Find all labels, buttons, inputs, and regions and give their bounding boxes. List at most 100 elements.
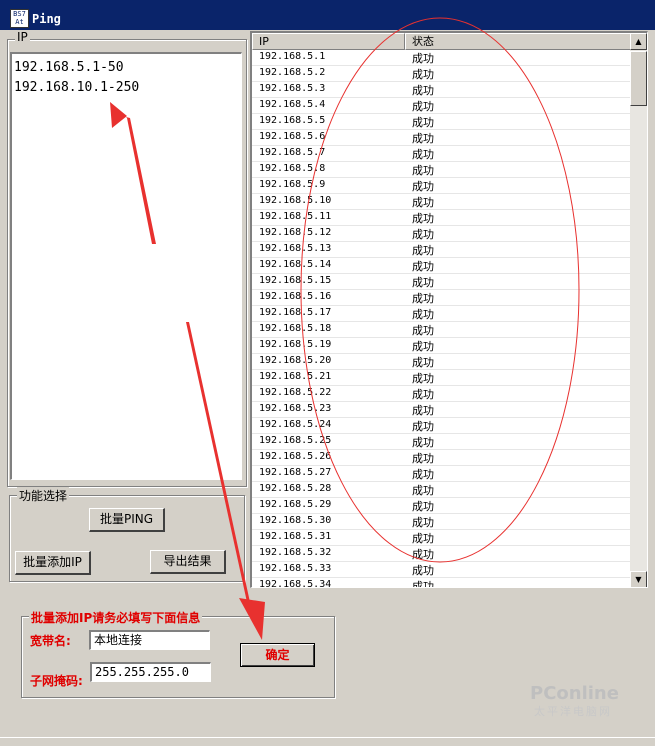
row-status-cell: 成功 (412, 356, 434, 369)
row-status-cell: 成功 (412, 420, 434, 433)
table-row[interactable]: 192.168.5.10 成功 (252, 194, 632, 210)
title-bar[interactable]: BS7 At Ping (0, 0, 655, 30)
column-header-status[interactable]: 状态 (405, 33, 632, 50)
row-ip-cell: 192.168.5.19 (259, 339, 332, 350)
row-ip-cell: 192.168.5.12 (259, 227, 332, 238)
vertical-scrollbar[interactable]: ▲ ▼ (630, 33, 647, 587)
row-ip-cell: 192.168.5.29 (259, 499, 332, 510)
row-status-cell: 成功 (412, 260, 434, 273)
row-status-cell: 成功 (412, 148, 434, 161)
row-status-cell: 成功 (412, 340, 434, 353)
table-row[interactable]: 192.168.5.34 成功 (252, 578, 632, 587)
row-ip-cell: 192.168.5.27 (259, 467, 332, 478)
row-status-cell: 成功 (412, 548, 434, 561)
row-status-cell: 成功 (412, 452, 434, 465)
row-ip-cell: 192.168.5.21 (259, 371, 332, 382)
row-ip-cell: 192.168.5.14 (259, 259, 332, 270)
row-ip-cell: 192.168.5.33 (259, 563, 332, 574)
batch-add-ip-button[interactable]: 批量添加IP (15, 551, 91, 575)
table-row[interactable]: 192.168.5.26 成功 (252, 450, 632, 466)
table-row[interactable]: 192.168.5.4 成功 (252, 98, 632, 114)
row-ip-cell: 192.168.5.5 (259, 115, 326, 126)
row-ip-cell: 192.168.5.22 (259, 387, 332, 398)
table-row[interactable]: 192.168.5.6 成功 (252, 130, 632, 146)
app-icon: BS7 At (10, 9, 29, 28)
row-status-cell: 成功 (412, 244, 434, 257)
table-row[interactable]: 192.168.5.1 成功 (252, 50, 632, 66)
ip-range-textarea[interactable]: 192.168.5.1-50 192.168.10.1-250 (10, 52, 242, 480)
table-row[interactable]: 192.168.5.9 成功 (252, 178, 632, 194)
row-status-cell: 成功 (412, 164, 434, 177)
table-row[interactable]: 192.168.5.20 成功 (252, 354, 632, 370)
watermark-tagline: 太平洋电脑网 (534, 705, 612, 718)
row-status-cell: 成功 (412, 84, 434, 97)
scroll-thumb[interactable] (630, 51, 647, 106)
table-row[interactable]: 192.168.5.33 成功 (252, 562, 632, 578)
broadband-name-input[interactable]: 本地连接 (89, 630, 210, 650)
row-status-cell: 成功 (412, 52, 434, 65)
row-status-cell: 成功 (412, 68, 434, 81)
table-row[interactable]: 192.168.5.24 成功 (252, 418, 632, 434)
column-header-ip[interactable]: IP (252, 33, 405, 50)
add-ip-group-title: 批量添加IP请务必填写下面信息 (29, 609, 203, 626)
table-row[interactable]: 192.168.5.11 成功 (252, 210, 632, 226)
row-status-cell: 成功 (412, 324, 434, 337)
results-listview[interactable]: IP 状态 192.168.5.1 成功 192.168.5.2 成功 192.168.… (250, 31, 648, 588)
watermark-logo: PConline (530, 683, 619, 704)
subnet-mask-label: 子网掩码: (30, 674, 83, 688)
row-status-cell: 成功 (412, 532, 434, 545)
row-ip-cell: 192.168.5.11 (259, 211, 332, 222)
row-status-cell: 成功 (412, 468, 434, 481)
table-row[interactable]: 192.168.5.21 成功 (252, 370, 632, 386)
table-row[interactable]: 192.168.5.12 成功 (252, 226, 632, 242)
table-row[interactable]: 192.168.5.3 成功 (252, 82, 632, 98)
row-status-cell: 成功 (412, 116, 434, 129)
table-row[interactable]: 192.168.5.18 成功 (252, 322, 632, 338)
row-status-cell: 成功 (412, 516, 434, 529)
scroll-down-icon[interactable]: ▼ (630, 571, 647, 587)
row-status-cell: 成功 (412, 372, 434, 385)
table-row[interactable]: 192.168.5.13 成功 (252, 242, 632, 258)
row-status-cell: 成功 (412, 180, 434, 193)
table-row[interactable]: 192.168.5.22 成功 (252, 386, 632, 402)
batch-ping-button[interactable]: 批量PING (89, 508, 165, 532)
row-status-cell: 成功 (412, 196, 434, 209)
row-ip-cell: 192.168.5.24 (259, 419, 332, 430)
row-ip-cell: 192.168.5.7 (259, 147, 326, 158)
table-row[interactable]: 192.168.5.30 成功 (252, 514, 632, 530)
table-row[interactable]: 192.168.5.28 成功 (252, 482, 632, 498)
table-row[interactable]: 192.168.5.27 成功 (252, 466, 632, 482)
table-row[interactable]: 192.168.5.19 成功 (252, 338, 632, 354)
table-row[interactable]: 192.168.5.7 成功 (252, 146, 632, 162)
row-ip-cell: 192.168.5.4 (259, 99, 326, 110)
row-status-cell: 成功 (412, 228, 434, 241)
subnet-mask-input[interactable]: 255.255.255.0 (90, 662, 211, 682)
export-results-button[interactable]: 导出结果 (150, 550, 226, 574)
row-ip-cell: 192.168.5.6 (259, 131, 326, 142)
table-row[interactable]: 192.168.5.17 成功 (252, 306, 632, 322)
row-status-cell: 成功 (412, 308, 434, 321)
table-row[interactable]: 192.168.5.15 成功 (252, 274, 632, 290)
row-status-cell: 成功 (412, 276, 434, 289)
row-ip-cell: 192.168.5.16 (259, 291, 332, 302)
row-ip-cell: 192.168.5.30 (259, 515, 332, 526)
confirm-button[interactable]: 确定 (240, 643, 315, 667)
table-row[interactable]: 192.168.5.31 成功 (252, 530, 632, 546)
row-ip-cell: 192.168.5.2 (259, 67, 326, 78)
table-row[interactable]: 192.168.5.29 成功 (252, 498, 632, 514)
ip-range-line: 192.168.10.1-250 (14, 80, 140, 95)
list-header: IP 状态 (252, 33, 632, 50)
table-row[interactable]: 192.168.5.2 成功 (252, 66, 632, 82)
row-status-cell: 成功 (412, 388, 434, 401)
window-title: Ping (32, 12, 61, 26)
scroll-up-icon[interactable]: ▲ (630, 33, 647, 50)
table-row[interactable]: 192.168.5.14 成功 (252, 258, 632, 274)
table-row[interactable]: 192.168.5.8 成功 (252, 162, 632, 178)
row-status-cell: 成功 (412, 500, 434, 513)
row-ip-cell: 192.168.5.9 (259, 179, 326, 190)
table-row[interactable]: 192.168.5.25 成功 (252, 434, 632, 450)
table-row[interactable]: 192.168.5.5 成功 (252, 114, 632, 130)
table-row[interactable]: 192.168.5.16 成功 (252, 290, 632, 306)
table-row[interactable]: 192.168.5.23 成功 (252, 402, 632, 418)
table-row[interactable]: 192.168.5.32 成功 (252, 546, 632, 562)
